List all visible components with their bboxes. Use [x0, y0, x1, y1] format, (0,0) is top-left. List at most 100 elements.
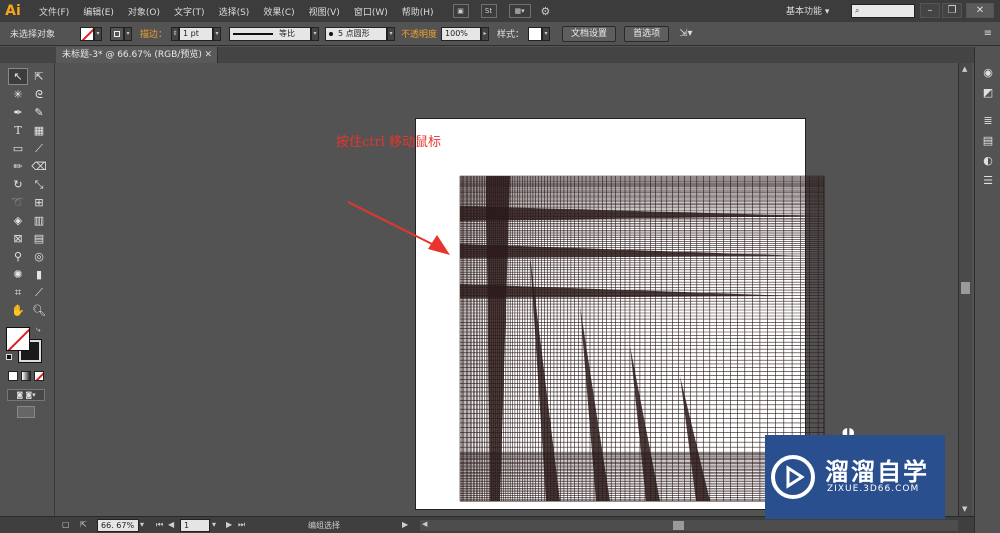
gradient-panel-icon[interactable]: ▤	[980, 133, 996, 149]
arrange-icon[interactable]: ⇲▾	[679, 28, 692, 39]
blend-tool-icon[interactable]: ◎	[29, 248, 49, 265]
rotate-tool-icon[interactable]: ↻	[8, 176, 28, 193]
previous-artboard-icon[interactable]: ◀	[168, 520, 174, 529]
menu-window[interactable]: 窗口(W)	[347, 5, 395, 18]
minimize-button[interactable]: –	[920, 3, 940, 18]
stroke-weight-dropdown[interactable]: ▾	[213, 26, 222, 41]
menu-effect[interactable]: 效果(C)	[256, 5, 301, 18]
direct-selection-tool-icon[interactable]: ⇱	[29, 68, 49, 85]
stroke-weight-input[interactable]: 1 pt	[179, 26, 214, 41]
vertical-scrollbar[interactable]: ▲ ▼	[958, 63, 972, 516]
artboard-number-input[interactable]: 1	[180, 519, 210, 532]
shape-builder-tool-icon[interactable]: ◈	[8, 212, 28, 229]
opacity-dropdown[interactable]: ▸	[481, 26, 490, 41]
last-artboard-icon[interactable]: ⏭	[238, 520, 245, 530]
maximize-button[interactable]: ❐	[942, 3, 962, 18]
curvature-tool-icon[interactable]: ✎	[29, 104, 49, 121]
perspective-grid-tool-icon[interactable]: ▥	[29, 212, 49, 229]
status-menu-icon[interactable]: ▶	[402, 520, 408, 529]
menu-edit[interactable]: 编辑(E)	[76, 5, 121, 18]
stroke-swatch[interactable]	[110, 26, 124, 41]
artboard-tool-icon[interactable]: ⌗	[8, 284, 28, 301]
selection-tool-icon[interactable]: ↖	[8, 68, 28, 85]
fill-dropdown[interactable]: ▾	[94, 26, 102, 41]
gradient-mode-icon[interactable]	[21, 371, 31, 381]
tab-document[interactable]: 未标题-3* @ 66.67% (RGB/预览) ✕	[56, 47, 218, 63]
pencil-tool-icon[interactable]: ✏	[8, 158, 28, 175]
close-button[interactable]: ✕	[966, 3, 994, 18]
slice-tool-icon[interactable]: ⟋	[29, 284, 49, 301]
menu-help[interactable]: 帮助(H)	[395, 5, 441, 18]
hand-tool-icon[interactable]: ✋	[8, 302, 28, 319]
stock-icon[interactable]: St	[480, 4, 497, 18]
document-setup-button[interactable]: 文档设置	[562, 25, 617, 42]
color-guide-panel-icon[interactable]: ◩	[980, 85, 996, 101]
menu-type[interactable]: 文字(T)	[167, 5, 212, 18]
column-graph-tool-icon[interactable]: ▮	[29, 266, 49, 283]
search-input[interactable]: ⌕	[851, 4, 915, 18]
stroke-label[interactable]: 描边：	[140, 27, 167, 40]
lasso-tool-icon[interactable]: ᘓ	[29, 86, 49, 103]
stroke-dropdown[interactable]: ▾	[124, 26, 132, 41]
type-tool-icon[interactable]: T	[8, 122, 28, 139]
color-panel-icon[interactable]: ◉	[980, 65, 996, 81]
draw-mode-icon[interactable]: ◙ ◙▾	[7, 389, 45, 401]
line-segment-tool-icon[interactable]: ▦	[29, 122, 49, 139]
stroke-panel-icon[interactable]: ≣	[980, 113, 996, 129]
next-artboard-icon[interactable]: ▶	[226, 520, 232, 529]
brush-definition[interactable]: 5 点圆形	[325, 26, 388, 41]
scroll-up-icon[interactable]: ▲	[962, 65, 967, 73]
first-artboard-icon[interactable]: ⏮	[156, 520, 163, 530]
profile-dropdown[interactable]: ▾	[311, 26, 320, 41]
horizontal-scroll-thumb[interactable]	[673, 521, 684, 530]
swap-fill-stroke-icon[interactable]: ⤷	[36, 325, 40, 335]
bridge-icon[interactable]: ▣	[452, 4, 469, 18]
rectangle-tool-icon[interactable]: ▭	[8, 140, 28, 157]
menu-select[interactable]: 选择(S)	[212, 5, 257, 18]
eyedropper-tool-icon[interactable]: ⚲	[8, 248, 28, 265]
default-fill-stroke-icon[interactable]	[6, 354, 12, 360]
scale-tool-icon[interactable]: ⤡	[29, 176, 49, 193]
scroll-left-icon[interactable]: ◀	[422, 520, 427, 528]
stroke-stepper[interactable]: ⇕	[171, 26, 180, 41]
color-mode-icon[interactable]	[8, 371, 18, 381]
transparency-panel-icon[interactable]: ◐	[980, 153, 996, 169]
mesh-tool-icon[interactable]: ⊠	[8, 230, 28, 247]
gpu-performance-icon[interactable]: ⚙	[541, 5, 551, 18]
graphic-style-swatch[interactable]	[528, 26, 543, 41]
close-tab-icon[interactable]: ✕	[204, 47, 212, 63]
export-icon[interactable]: ⇱	[80, 520, 87, 529]
current-tool-status[interactable]: 编组选择	[308, 520, 340, 531]
paintbrush-tool-icon[interactable]: ⟋	[29, 140, 49, 157]
none-mode-icon[interactable]	[34, 371, 44, 381]
artboard-dropdown-icon[interactable]: ▾	[212, 520, 216, 529]
menu-object[interactable]: 对象(O)	[121, 5, 167, 18]
vertical-scroll-thumb[interactable]	[961, 282, 970, 294]
menu-file[interactable]: 文件(F)	[32, 5, 76, 18]
graphic-style-dropdown[interactable]: ▾	[542, 26, 551, 41]
free-transform-tool-icon[interactable]: ⊞	[29, 194, 49, 211]
zoom-tool-icon[interactable]: 🔍︎	[29, 302, 49, 319]
symbol-sprayer-tool-icon[interactable]: ✺	[8, 266, 28, 283]
gradient-tool-icon[interactable]: ▤	[29, 230, 49, 247]
opacity-input[interactable]: 100%	[441, 26, 482, 41]
panel-menu-icon[interactable]: ≡	[984, 28, 992, 39]
warp-tool-icon[interactable]: ➰	[8, 194, 28, 211]
scroll-down-icon[interactable]: ▼	[962, 505, 967, 513]
brush-dropdown[interactable]: ▾	[387, 26, 396, 41]
menu-view[interactable]: 视图(V)	[302, 5, 347, 18]
opacity-label[interactable]: 不透明度	[401, 27, 437, 40]
fill-swatch[interactable]	[80, 26, 94, 41]
zoom-input[interactable]: 66. 67%	[97, 519, 139, 532]
artboard-nav-icon[interactable]: ▢	[62, 520, 70, 529]
horizontal-scrollbar[interactable]: ◀	[420, 520, 958, 531]
appearance-panel-icon[interactable]: ☰	[980, 173, 996, 189]
variable-width-profile[interactable]: 等比	[229, 26, 312, 41]
fill-color-box[interactable]	[6, 327, 30, 351]
workspace-switcher[interactable]: 基本功能 ▾	[786, 4, 829, 17]
screen-mode-icon[interactable]	[17, 406, 35, 418]
magic-wand-tool-icon[interactable]: ✳	[8, 86, 28, 103]
arrange-documents-icon[interactable]: ▦▾	[508, 4, 531, 18]
zoom-dropdown-icon[interactable]: ▾	[140, 520, 144, 529]
preferences-button[interactable]: 首选项	[624, 25, 670, 42]
